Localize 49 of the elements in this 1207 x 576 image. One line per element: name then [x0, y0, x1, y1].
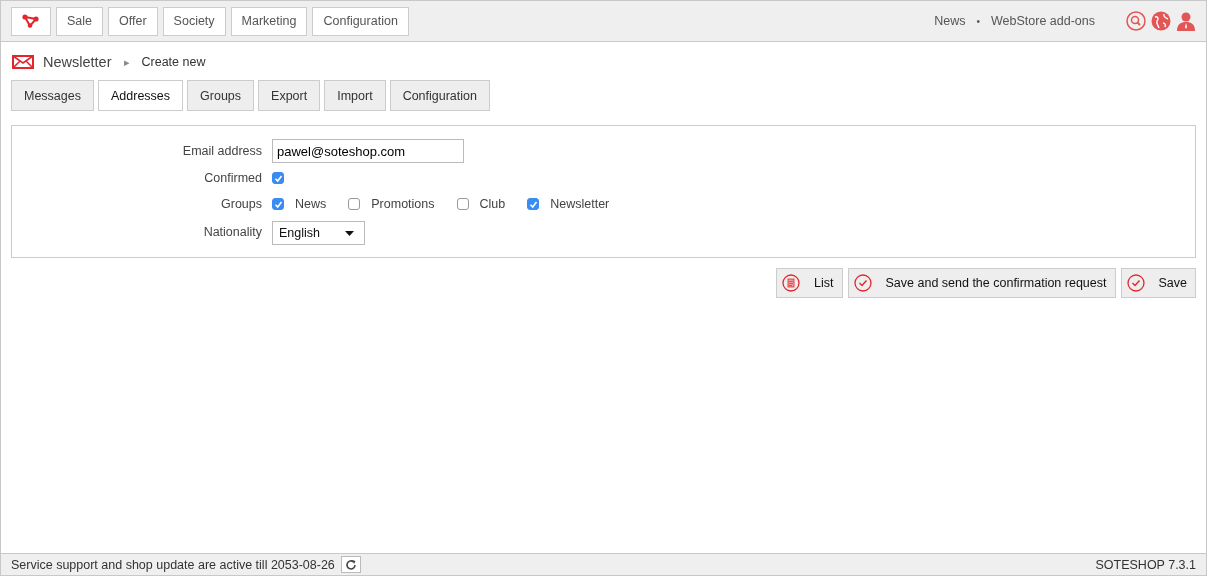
check-icon [1126, 274, 1145, 292]
nav-button[interactable]: Society [162, 6, 226, 36]
separator-dot: • [976, 15, 980, 27]
addons-link[interactable]: WebStore add-ons [991, 14, 1095, 28]
user-icon[interactable] [1176, 11, 1196, 31]
caret-icon [345, 230, 354, 236]
action-button[interactable]: Save [1120, 268, 1196, 298]
breadcrumb-arrow: ▸ [123, 55, 130, 69]
status-text: Service support and shop update are active till 2053-08-26 [11, 557, 335, 572]
checkbox-label: Club [479, 197, 506, 211]
news-link[interactable]: News [934, 14, 966, 28]
refresh-icon [344, 558, 357, 571]
field-label: Confirmed [203, 171, 263, 185]
field-label: Email address [181, 144, 263, 158]
action-button[interactable]: List [776, 268, 843, 298]
tab[interactable]: Groups [187, 80, 255, 111]
field-label: Groups [220, 197, 263, 211]
checkbox-label: Promotions [371, 197, 435, 211]
checkbox[interactable] [348, 198, 361, 210]
checkbox-label: Newsletter [550, 197, 610, 211]
check-icon [853, 274, 872, 292]
search-icon[interactable] [1126, 11, 1146, 31]
field-label: Nationality [202, 225, 263, 239]
globe-icon[interactable] [1151, 11, 1171, 31]
envelope-icon [12, 55, 34, 69]
logo-icon [22, 14, 40, 28]
tab[interactable]: Messages [11, 80, 94, 111]
version-text: SOTESHOP 7.3.1 [1095, 557, 1196, 572]
action-button[interactable]: Save and send the confirmation request [847, 268, 1116, 298]
logo-button[interactable] [11, 6, 51, 36]
breadcrumb-current: Create new [141, 55, 206, 69]
page-title: Newsletter [43, 54, 112, 70]
refresh-button[interactable] [340, 556, 361, 573]
checkbox-label: News [295, 197, 327, 211]
tab[interactable]: Export [258, 80, 321, 111]
tab[interactable]: Configuration [389, 80, 490, 111]
nav-button[interactable]: Marketing [230, 6, 308, 36]
document-icon [782, 274, 801, 292]
nav-button[interactable]: Offer [108, 6, 158, 36]
tab[interactable]: Addresses [98, 80, 184, 111]
checkbox[interactable] [527, 198, 540, 210]
checkbox[interactable] [272, 198, 284, 210]
nationality-dropdown[interactable]: English [272, 221, 365, 245]
checkbox[interactable] [456, 198, 469, 210]
nav-button[interactable]: Sale [56, 6, 104, 36]
email-field[interactable]: pawel@soteshop.com [272, 139, 464, 163]
checkbox[interactable] [272, 172, 284, 184]
nav-button[interactable]: Configuration [312, 6, 409, 36]
tab[interactable]: Import [324, 80, 386, 111]
